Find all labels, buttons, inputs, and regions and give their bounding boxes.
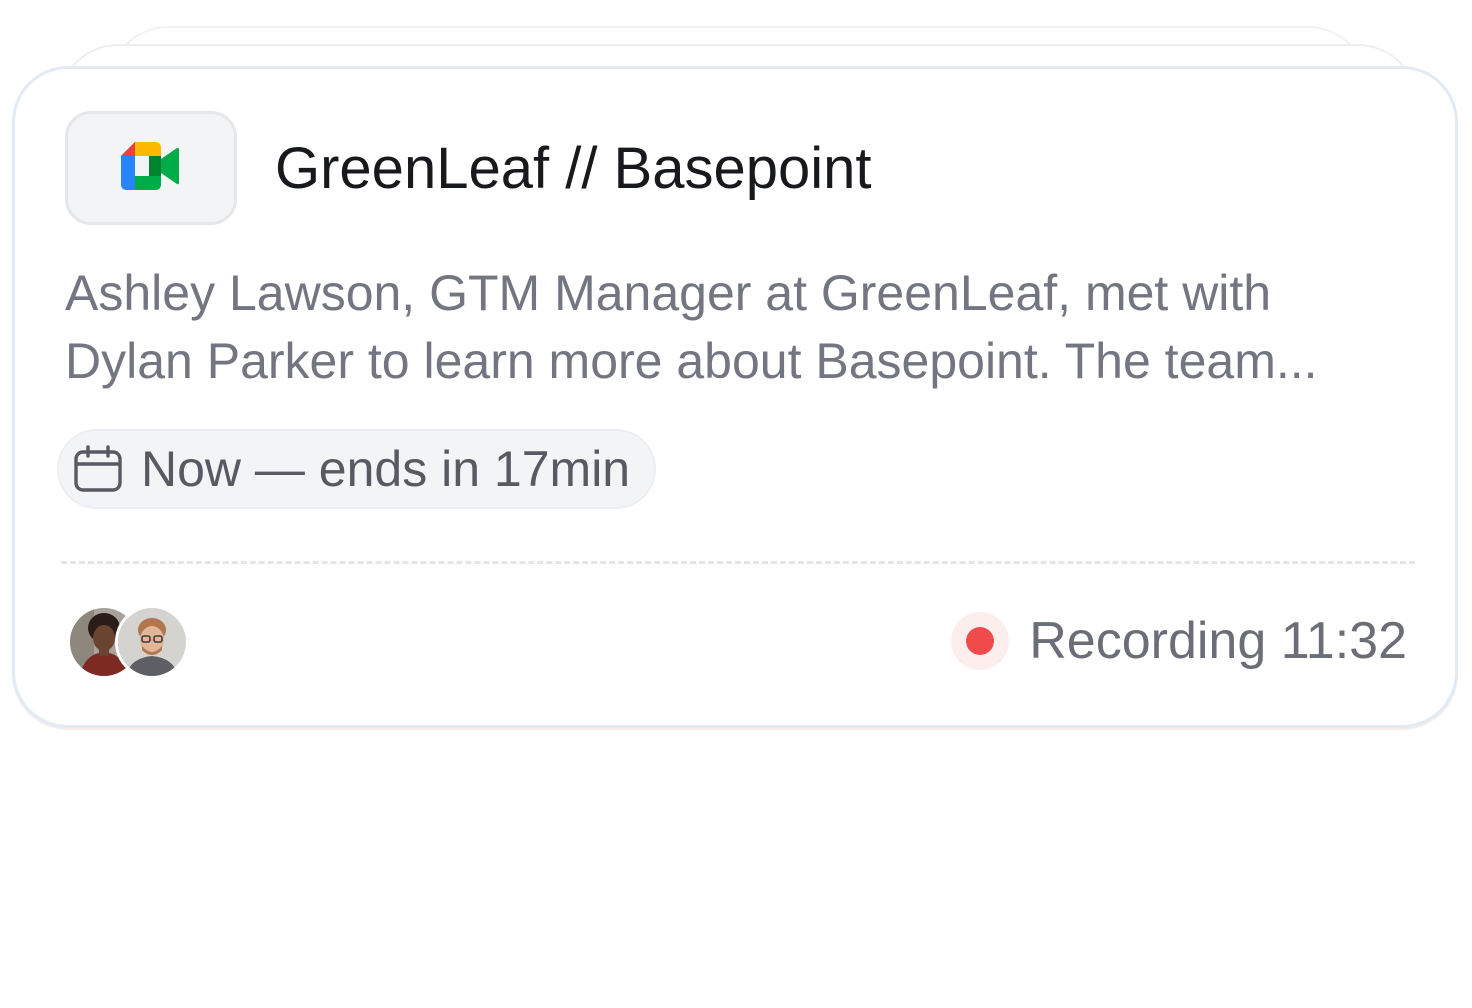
recording-indicator: Recording 11:32 <box>951 609 1407 673</box>
card-divider <box>61 561 1415 564</box>
meeting-description-line-2: Dylan Parker to learn more about Basepoi… <box>65 333 1318 389</box>
calendar-icon <box>74 445 122 492</box>
meeting-app-icon-box <box>65 111 237 225</box>
meeting-time-status: Now — ends in 17min <box>141 441 631 497</box>
participant-avatar-2[interactable] <box>115 605 189 679</box>
meeting-description: Ashley Lawson, GTM Manager at GreenLeaf,… <box>65 259 1425 395</box>
meeting-title[interactable]: GreenLeaf // Basepoint <box>275 135 872 203</box>
meeting-card[interactable]: GreenLeaf // Basepoint Ashley Lawson, GT… <box>12 66 1458 728</box>
participant-avatars[interactable] <box>67 605 197 679</box>
recording-dot <box>966 627 995 655</box>
meeting-description-line-1: Ashley Lawson, GTM Manager at GreenLeaf,… <box>65 265 1272 321</box>
google-meet-icon <box>121 142 179 190</box>
meeting-time-pill: Now — ends in 17min <box>57 429 657 509</box>
recording-dot-icon <box>951 612 1010 670</box>
recording-timer: Recording 11:32 <box>1029 612 1407 670</box>
